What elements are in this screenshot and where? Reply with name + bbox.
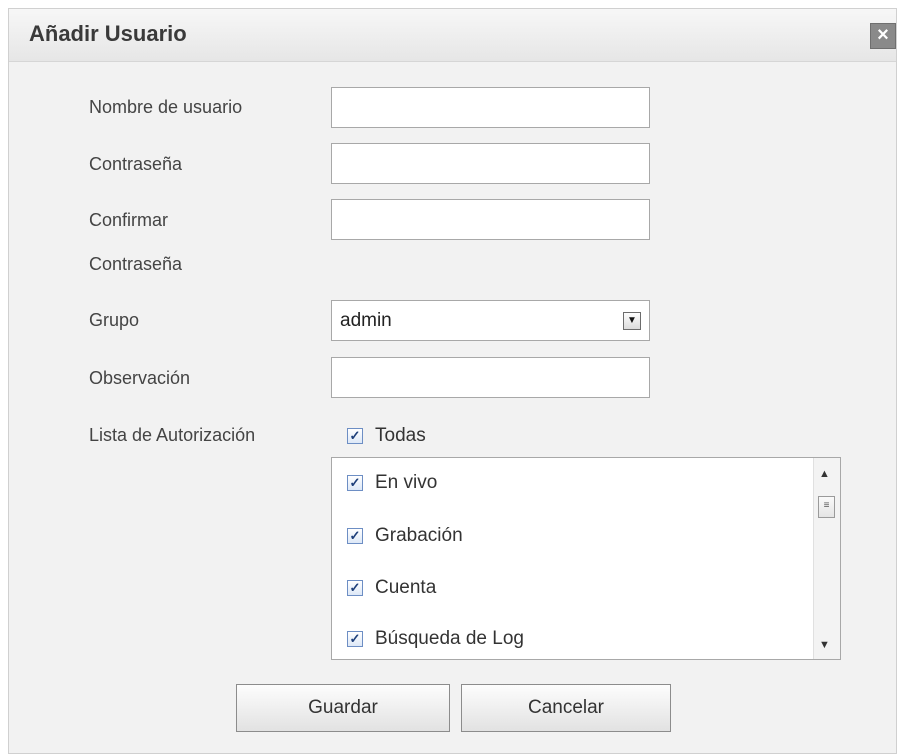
scroll-thumb[interactable]: ≡	[818, 496, 835, 518]
observation-input[interactable]	[331, 357, 650, 398]
close-button[interactable]: ×	[870, 23, 896, 49]
authorization-list-label: Lista de Autorización	[89, 425, 256, 445]
checkbox-icon[interactable]: ✓	[347, 579, 363, 596]
add-user-dialog: Añadir Usuario × Nombre de usuario Contr…	[8, 8, 897, 754]
dialog-title: Añadir Usuario	[29, 21, 187, 46]
checkbox-icon[interactable]: ✓	[347, 630, 363, 647]
group-select-value: admin	[340, 310, 392, 331]
checkbox-icon[interactable]: ✓	[347, 474, 363, 491]
checkbox-icon[interactable]: ✓	[347, 427, 363, 444]
save-button[interactable]: Guardar	[236, 684, 450, 732]
dialog-titlebar: Añadir Usuario ×	[9, 9, 896, 62]
authorization-list[interactable]: ✓ En vivo ✓ Grabación ✓ Cuenta ✓ Búsqueda de…	[331, 457, 841, 660]
scroll-up-icon[interactable]: ▲	[819, 468, 830, 480]
permission-item-live[interactable]: ✓ En vivo	[347, 472, 437, 494]
all-permissions-label: Todas	[375, 425, 426, 446]
all-permissions-checkbox[interactable]: ✓ Todas	[347, 425, 426, 447]
password-input[interactable]	[331, 143, 650, 184]
confirm-password-label-line2: Contraseña	[89, 254, 183, 274]
checkbox-icon[interactable]: ✓	[347, 527, 363, 544]
chevron-down-icon[interactable]: ▼	[623, 312, 641, 330]
username-input[interactable]	[331, 87, 650, 128]
group-select[interactable]: admin ▼	[331, 300, 650, 341]
grip-icon: ≡	[823, 500, 830, 511]
scroll-down-icon[interactable]: ▼	[819, 639, 830, 651]
confirm-password-label-line1: Confirmar	[89, 210, 169, 230]
authorization-scrollbar[interactable]: ▲ ≡ ▼	[813, 458, 840, 659]
permission-label: Grabación	[375, 525, 463, 546]
permission-label: En vivo	[375, 472, 438, 493]
group-label: Grupo	[89, 310, 140, 330]
permission-label: Cuenta	[375, 577, 437, 598]
permission-item-log-search[interactable]: ✓ Búsqueda de Log	[347, 628, 524, 650]
username-label: Nombre de usuario	[89, 97, 243, 117]
permission-label: Búsqueda de Log	[375, 628, 524, 649]
permission-item-account[interactable]: ✓ Cuenta	[347, 577, 436, 599]
permission-item-recording[interactable]: ✓ Grabación	[347, 525, 463, 547]
close-icon: ×	[877, 24, 889, 46]
password-label: Contraseña	[89, 154, 183, 174]
observation-label: Observación	[89, 368, 191, 388]
cancel-button[interactable]: Cancelar	[461, 684, 671, 732]
confirm-password-input[interactable]	[331, 199, 650, 240]
